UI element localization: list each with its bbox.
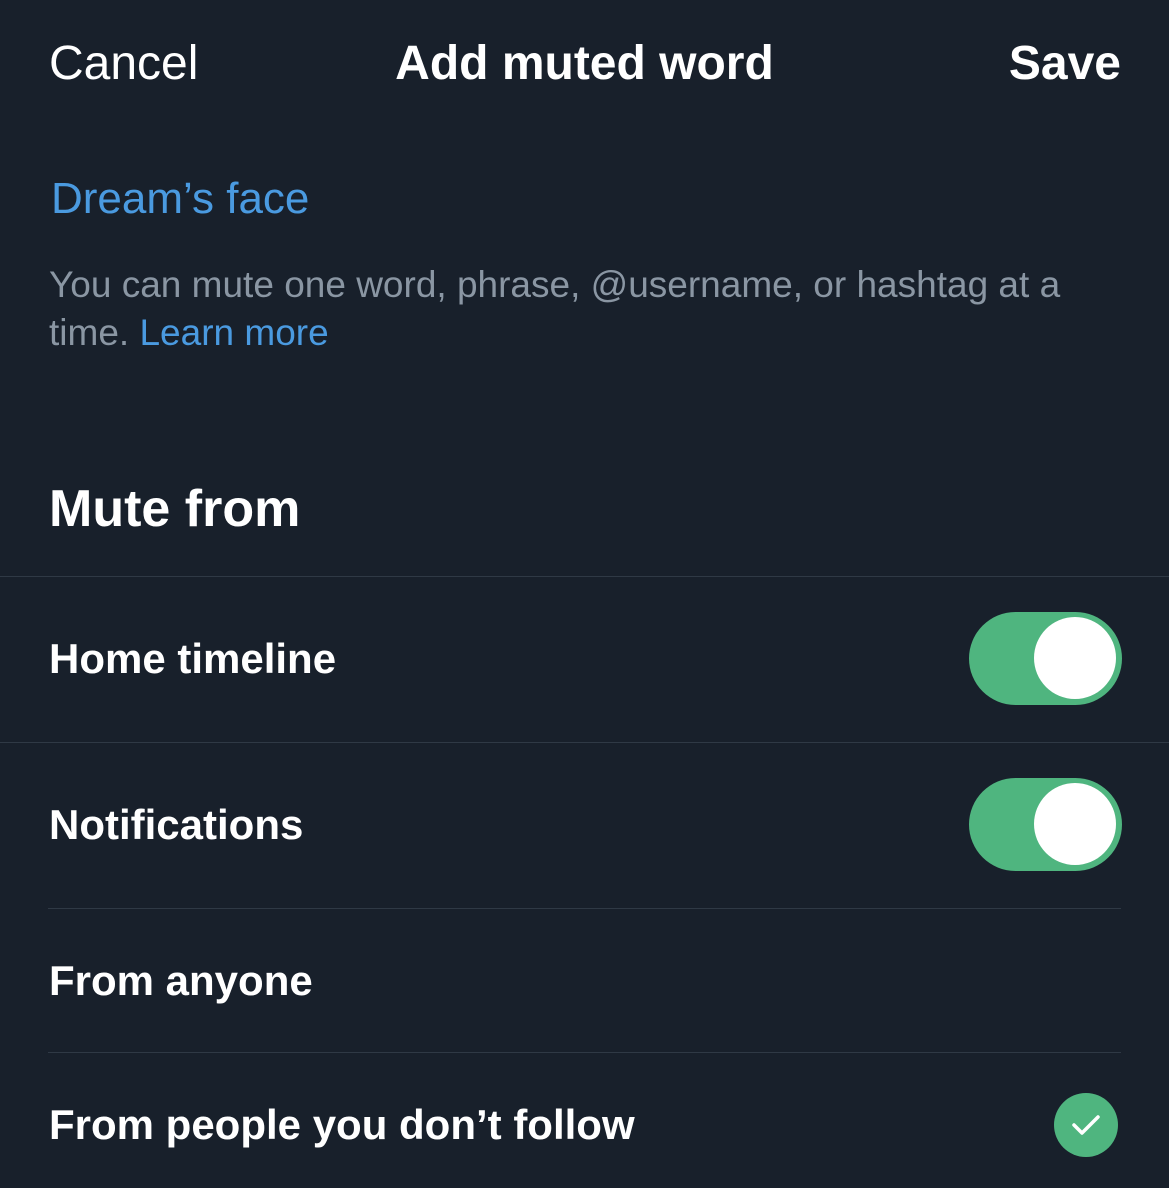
from-anyone-label: From anyone xyxy=(49,957,313,1004)
save-button[interactable]: Save xyxy=(1009,36,1121,92)
learn-more-link[interactable]: Learn more xyxy=(139,312,328,353)
notifications-label: Notifications xyxy=(49,801,304,848)
mute-from-heading: Mute from xyxy=(49,480,301,538)
toggle-knob xyxy=(1034,783,1116,865)
add-muted-word-screen: Cancel Add muted word Save You can mute … xyxy=(0,0,1169,1188)
help-text: You can mute one word, phrase, @username… xyxy=(49,261,1129,357)
navigation-bar: Cancel Add muted word Save xyxy=(0,0,1169,130)
home-timeline-label: Home timeline xyxy=(49,635,337,682)
from-people-you-dont-follow-label: From people you don’t follow xyxy=(49,1101,635,1148)
cancel-button[interactable]: Cancel xyxy=(49,36,198,92)
home-timeline-toggle[interactable] xyxy=(969,612,1122,705)
toggle-knob xyxy=(1034,617,1116,699)
muted-word-input[interactable] xyxy=(49,168,1123,230)
notifications-toggle[interactable] xyxy=(969,778,1122,871)
checkmark-icon xyxy=(1054,1093,1118,1157)
checkmark-glyph xyxy=(1072,1115,1100,1135)
row-divider xyxy=(0,742,1169,743)
